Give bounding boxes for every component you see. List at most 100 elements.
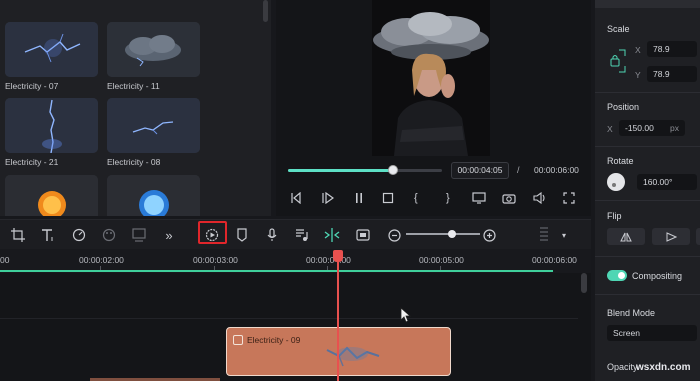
timeline-scrollbar[interactable]	[581, 273, 587, 293]
asset-label: Electricity - 11	[107, 81, 160, 91]
arc-effect-icon	[107, 98, 200, 153]
asset-tile-sun[interactable]	[5, 175, 98, 216]
zoom-knob[interactable]	[447, 230, 456, 238]
ruler-time: 00:00:05:00	[419, 255, 464, 265]
audio-edit-icon[interactable]	[294, 227, 310, 243]
total-duration: 00:00:06:00	[534, 165, 579, 175]
rotate-input[interactable]: 160.00°	[637, 174, 697, 190]
snapshot-icon[interactable]	[502, 190, 516, 206]
playhead-line	[337, 254, 339, 381]
speed-icon[interactable]	[71, 227, 87, 243]
flip-horizontal-icon	[620, 232, 632, 241]
ai-portrait-icon[interactable]	[131, 227, 147, 243]
divider	[595, 200, 700, 201]
ruler-time: 00:00:04:00	[306, 255, 351, 265]
divider	[595, 256, 700, 257]
compositing-label: Compositing	[632, 271, 683, 281]
scale-x-input[interactable]: 78.9	[647, 41, 697, 57]
rotate-dial[interactable]	[607, 173, 625, 191]
time-separator: /	[517, 165, 520, 175]
timeline-toolbar: » ▾	[0, 219, 591, 249]
split-icon[interactable]	[324, 227, 340, 243]
zoom-in-icon[interactable]	[481, 227, 497, 243]
progress-knob[interactable]	[387, 165, 398, 175]
track-divider	[0, 318, 578, 319]
flip-vertical-button[interactable]	[652, 228, 690, 245]
blend-mode-select[interactable]: Screen	[607, 325, 697, 341]
watermark: wsxdn.com	[636, 362, 691, 373]
ruler-time: 00:00:06:00	[532, 255, 577, 265]
volume-icon[interactable]	[533, 190, 547, 206]
opacity-label: Opacity	[607, 362, 638, 372]
video-preview-panel: 00:00:04:05 / 00:00:06:00 { }	[276, 0, 591, 216]
divider	[595, 92, 700, 93]
storm-cloud-effect-icon	[107, 22, 200, 77]
position-x-value: -150.00	[625, 123, 654, 133]
divider	[595, 294, 700, 295]
flip-vertical-icon	[666, 231, 677, 242]
zoom-out-icon[interactable]	[386, 227, 402, 243]
dropdown-icon[interactable]: ▾	[556, 227, 572, 243]
prev-frame-icon[interactable]	[290, 190, 302, 206]
scale-label: Scale	[607, 24, 630, 34]
timeline-zoom-slider[interactable]	[406, 230, 480, 238]
ruler-time: 00:00:03:00	[193, 255, 238, 265]
play-slow-icon[interactable]	[322, 190, 334, 206]
color-icon[interactable]	[101, 227, 117, 243]
scale-y-input[interactable]: 78.9	[647, 66, 697, 82]
playback-progress-bar[interactable]	[288, 165, 442, 175]
ruler-time: 00:00:02:00	[79, 255, 124, 265]
effects-asset-panel: Electricity - 07 Electricity - 11 Electr…	[0, 0, 271, 216]
more-icon[interactable]: »	[161, 227, 177, 243]
clip-label: Electricity - 09	[247, 335, 301, 345]
properties-inspector: Scale X 78.9 Y 78.9 Position X -150.00 p…	[595, 0, 700, 381]
divider	[595, 146, 700, 147]
asset-tile-electricity-21[interactable]	[5, 98, 98, 153]
sun-effect-icon	[5, 175, 98, 216]
fullscreen-icon[interactable]	[563, 190, 575, 206]
rotate-label: Rotate	[607, 156, 634, 166]
blend-mode-label: Blend Mode	[607, 308, 656, 318]
crop-icon[interactable]	[10, 227, 26, 243]
mouse-cursor-icon	[400, 307, 412, 323]
inspector-topbar	[595, 0, 700, 8]
flip-label: Flip	[607, 211, 622, 221]
flip-more-button[interactable]	[696, 228, 700, 245]
position-x-unit: px	[670, 123, 679, 133]
scale-x-label: X	[635, 45, 641, 55]
lock-ratio-icon[interactable]	[609, 48, 629, 74]
render-preview-highlight	[198, 221, 227, 244]
fit-icon[interactable]	[355, 227, 371, 243]
position-x-label: X	[607, 124, 613, 134]
playhead-handle[interactable]	[333, 250, 343, 262]
mic-icon[interactable]	[264, 227, 280, 243]
marker-icon[interactable]	[234, 227, 250, 243]
position-x-input[interactable]: -150.00 px	[619, 120, 685, 136]
asset-tile-electricity-11[interactable]	[107, 22, 200, 77]
asset-label: Electricity - 21	[5, 157, 59, 167]
ruler-time: 00	[0, 255, 10, 265]
preview-image	[372, 0, 490, 156]
progress-fill	[288, 169, 393, 172]
asset-label: Electricity - 08	[107, 157, 161, 167]
grid-icon[interactable]	[536, 227, 552, 243]
pause-icon[interactable]	[353, 190, 365, 206]
vertical-bolt-effect-icon	[5, 98, 98, 153]
display-icon[interactable]	[472, 190, 486, 206]
mark-out-icon[interactable]: }	[446, 190, 450, 206]
plasma-orb-effect-icon	[107, 175, 200, 216]
asset-tile-plasma-orb[interactable]	[107, 175, 200, 216]
stop-icon[interactable]	[382, 190, 394, 206]
asset-scrollbar[interactable]	[263, 0, 268, 22]
scale-y-label: Y	[635, 70, 641, 80]
asset-tile-electricity-08[interactable]	[107, 98, 200, 153]
text-icon[interactable]	[40, 227, 56, 243]
mark-in-icon[interactable]: {	[414, 190, 418, 206]
asset-label: Electricity - 07	[5, 81, 59, 91]
clip-type-icon	[233, 335, 243, 345]
flip-horizontal-button[interactable]	[607, 228, 645, 245]
compositing-toggle[interactable]	[607, 270, 627, 281]
asset-tile-electricity-07[interactable]	[5, 22, 98, 77]
work-area-bar	[0, 270, 553, 272]
current-time-display[interactable]: 00:00:04:05	[451, 162, 509, 179]
